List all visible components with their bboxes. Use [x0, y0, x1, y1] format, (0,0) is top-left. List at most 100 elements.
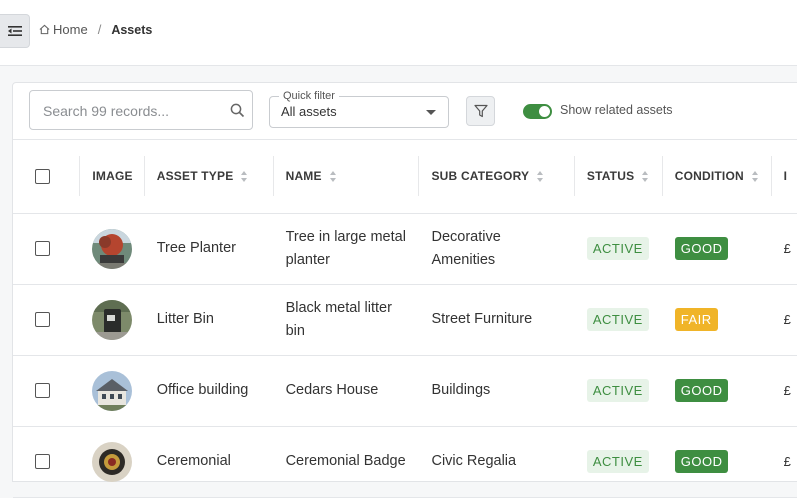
asset-thumbnail-image[interactable]	[92, 228, 133, 269]
row-checkbox[interactable]	[35, 312, 50, 327]
column-header-condition-label: CONDITION	[674, 169, 744, 184]
sort-icon[interactable]	[241, 171, 248, 183]
breadcrumb: Home / Assets	[39, 22, 152, 37]
table-header-row: IMAGE ASSET TYPE NAME SUB CATEGORY STATU…	[13, 140, 797, 214]
column-header-truncated: I	[771, 140, 797, 214]
row-checkbox[interactable]	[35, 241, 50, 256]
sub-category-cell: Street Furniture	[419, 284, 575, 356]
name-cell: Black metal litter bin	[273, 284, 420, 356]
truncated-cell: £	[771, 426, 797, 498]
truncated-value: £	[783, 453, 791, 469]
status-badge: ACTIVE	[586, 378, 649, 402]
sub-category-cell: Buildings	[419, 355, 575, 427]
asset-type-cell: Ceremonial	[144, 426, 274, 498]
search-placeholder: Search 99 records...	[43, 103, 170, 119]
name-cell: Tree in large metal planter	[273, 213, 420, 285]
asset-thumbnail-image[interactable]	[92, 441, 133, 482]
breadcrumb-home-link[interactable]: Home	[39, 22, 88, 37]
column-header-sub-category-label: SUB CATEGORY	[431, 169, 530, 184]
sort-icon[interactable]	[537, 171, 544, 183]
row-select-cell	[13, 426, 81, 498]
image-cell	[80, 213, 145, 285]
column-header-asset-type-label: ASSET TYPE	[156, 169, 234, 184]
column-header-truncated-label: I	[783, 169, 788, 184]
assets-table: IMAGE ASSET TYPE NAME SUB CATEGORY STATU…	[13, 140, 797, 498]
filter-button[interactable]	[466, 96, 495, 126]
row-select-cell	[13, 284, 81, 356]
condition-badge: GOOD	[674, 378, 729, 402]
condition-cell: GOOD	[662, 426, 772, 498]
sort-icon[interactable]	[329, 171, 337, 183]
sub-category-cell: Decorative Amenities	[419, 213, 575, 285]
search-icon[interactable]	[230, 103, 245, 118]
home-icon	[39, 24, 50, 35]
condition-badge: GOOD	[674, 449, 729, 473]
column-header-asset-type[interactable]: ASSET TYPE	[144, 140, 274, 214]
menu-collapse-icon	[7, 26, 22, 36]
quick-filter-label: Quick filter	[279, 90, 339, 102]
column-header-status[interactable]: STATUS	[574, 140, 663, 214]
funnel-icon	[473, 104, 488, 118]
condition-cell: FAIR	[662, 284, 772, 356]
truncated-value: £	[783, 311, 791, 327]
condition-cell: GOOD	[662, 355, 772, 427]
name-cell: Cedars House	[273, 355, 420, 427]
column-header-image-label: IMAGE	[92, 169, 133, 184]
table-row[interactable]: Ceremonial Ceremonial Badge Civic Regali…	[13, 426, 797, 498]
column-header-name-label: NAME	[285, 169, 322, 184]
search-input[interactable]: Search 99 records...	[29, 90, 253, 130]
image-cell	[80, 355, 145, 427]
quick-filter-value: All assets	[281, 104, 337, 119]
toggle-knob	[539, 106, 550, 117]
status-cell: ACTIVE	[574, 284, 663, 356]
column-header-name[interactable]: NAME	[273, 140, 420, 214]
column-header-sub-category[interactable]: SUB CATEGORY	[419, 140, 575, 214]
chevron-down-icon	[426, 110, 436, 115]
truncated-cell: £	[771, 355, 797, 427]
condition-badge: GOOD	[674, 236, 729, 260]
status-cell: ACTIVE	[574, 355, 663, 427]
asset-type-cell: Tree Planter	[144, 213, 274, 285]
row-checkbox[interactable]	[35, 454, 50, 469]
sort-icon[interactable]	[642, 171, 649, 183]
breadcrumb-current: Assets	[111, 22, 153, 37]
row-select-cell	[13, 355, 81, 427]
image-cell	[80, 426, 145, 498]
sub-category-cell: Civic Regalia	[419, 426, 575, 498]
row-select-cell	[13, 213, 81, 285]
table-toolbar: Search 99 records... Quick filter All as…	[13, 83, 797, 140]
status-badge: ACTIVE	[586, 236, 649, 260]
column-header-status-label: STATUS	[586, 169, 635, 184]
row-checkbox[interactable]	[35, 383, 50, 398]
show-related-assets-toggle[interactable]	[523, 104, 552, 119]
asset-type-cell: Litter Bin	[144, 284, 274, 356]
table-row[interactable]: Tree Planter Tree in large metal planter…	[13, 213, 797, 285]
top-bar: Home / Assets	[0, 0, 797, 66]
image-cell	[80, 284, 145, 356]
asset-type-cell: Office building	[144, 355, 274, 427]
condition-badge: FAIR	[674, 307, 718, 331]
table-row[interactable]: Litter Bin Black metal litter bin Street…	[13, 284, 797, 356]
status-badge: ACTIVE	[586, 449, 649, 473]
breadcrumb-home-label: Home	[53, 22, 88, 37]
asset-thumbnail-image[interactable]	[92, 299, 133, 340]
select-all-header	[13, 140, 81, 214]
column-header-image: IMAGE	[80, 140, 145, 214]
status-cell: ACTIVE	[574, 213, 663, 285]
column-header-condition[interactable]: CONDITION	[662, 140, 772, 214]
truncated-cell: £	[771, 284, 797, 356]
select-all-checkbox[interactable]	[35, 168, 50, 184]
status-cell: ACTIVE	[574, 426, 663, 498]
breadcrumb-separator: /	[97, 22, 102, 37]
asset-thumbnail-image[interactable]	[92, 370, 133, 411]
show-related-assets-label: Show related assets	[560, 103, 673, 117]
name-cell: Ceremonial Badge	[273, 426, 420, 498]
quick-filter-select[interactable]: Quick filter All assets	[269, 90, 449, 128]
sort-icon[interactable]	[751, 171, 759, 183]
truncated-value: £	[783, 382, 791, 398]
table-row[interactable]: Office building Cedars House Buildings A…	[13, 355, 797, 427]
sidebar-toggle-button[interactable]	[0, 14, 30, 48]
condition-cell: GOOD	[662, 213, 772, 285]
truncated-value: £	[783, 240, 791, 256]
truncated-cell: £	[771, 213, 797, 285]
